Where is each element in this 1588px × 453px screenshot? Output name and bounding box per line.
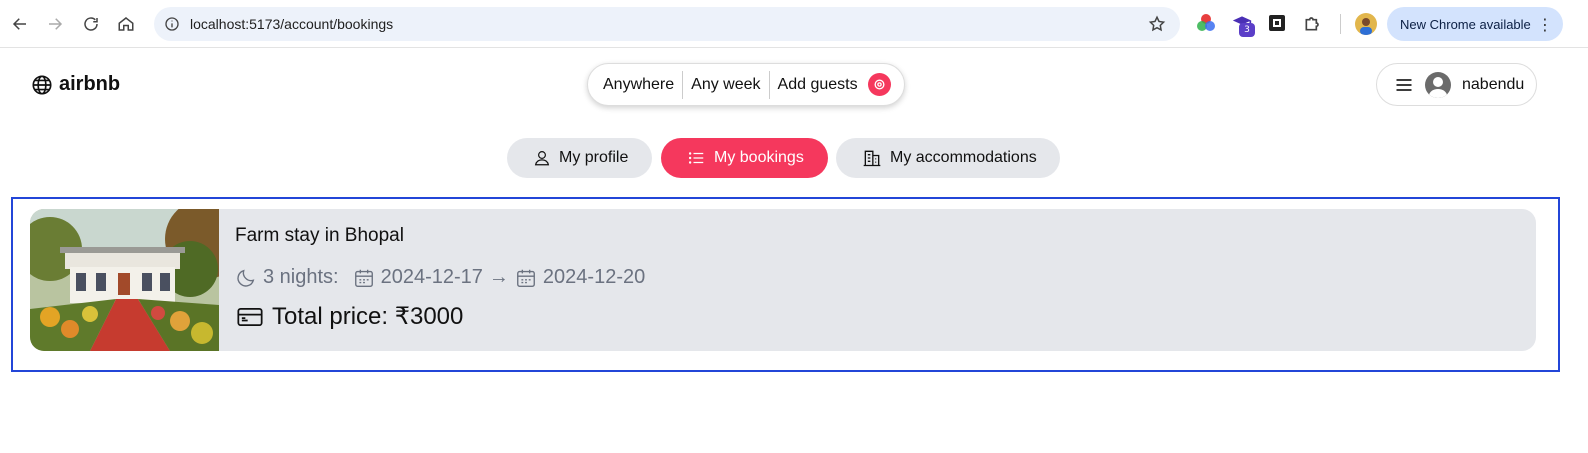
tab-label: My profile [559, 149, 629, 166]
reload-icon[interactable] [79, 12, 103, 36]
user-icon [534, 151, 550, 166]
hamburger-menu-icon [1396, 78, 1412, 91]
booking-title: Farm stay in Bhopal [235, 225, 404, 246]
url-text[interactable]: localhost:5173/account/bookings [190, 16, 393, 32]
total-price: Total price: ₹3000 [272, 303, 464, 330]
tab-label: My bookings [714, 149, 804, 166]
user-avatar [1425, 71, 1451, 98]
credit-card-icon [237, 307, 263, 326]
extensions-puzzle-icon[interactable] [1303, 13, 1323, 33]
booking-price: Total price: ₹3000 [235, 302, 463, 331]
tab-my-bookings[interactable]: My bookings [661, 138, 828, 178]
search-who[interactable]: Add guests [770, 71, 866, 99]
browser-toolbar: localhost:5173/account/bookings 3 New Ch… [0, 0, 1588, 48]
booking-card[interactable]: Farm stay in Bhopal 3 nights: 2024-12-17… [30, 209, 1536, 351]
home-icon[interactable] [114, 12, 138, 36]
forward-icon[interactable] [43, 12, 67, 36]
screenshot-extension-icon[interactable] [1267, 13, 1287, 33]
search-icon [874, 79, 885, 90]
site-info-icon[interactable] [164, 16, 180, 32]
tab-my-accommodations[interactable]: My accommodations [836, 138, 1060, 178]
search-where[interactable]: Anywhere [588, 71, 682, 99]
chrome-update-label: New Chrome available [1400, 16, 1531, 32]
building-icon [863, 150, 881, 167]
extension-badge: 3 [1239, 23, 1255, 37]
globe-icon [32, 74, 52, 95]
more-menu-icon[interactable]: ⋮ [1537, 15, 1553, 35]
tab-my-profile[interactable]: My profile [507, 138, 652, 178]
nights-count: 3 nights: [263, 266, 339, 288]
bookmark-star-icon[interactable] [1148, 15, 1166, 33]
booking-dates: 3 nights: 2024-12-17 → 2024-12-20 [235, 266, 645, 289]
search-bar[interactable]: Anywhere Any week Add guests [587, 63, 905, 106]
search-button[interactable] [867, 73, 891, 96]
user-name: nabendu [1462, 75, 1525, 93]
tab-label: My accommodations [890, 149, 1037, 166]
calendar-icon [516, 269, 535, 287]
moon-icon [237, 269, 255, 287]
check-in-date: 2024-12-17 [380, 266, 483, 288]
address-bar[interactable]: localhost:5173/account/bookings [154, 7, 1180, 41]
user-menu-button[interactable]: nabendu [1376, 63, 1537, 106]
logo-text: airbnb [59, 73, 121, 95]
check-out-date: 2024-12-20 [542, 266, 646, 288]
airbnb-logo[interactable]: airbnb [31, 73, 120, 96]
chrome-update-button[interactable]: New Chrome available ⋮ [1387, 7, 1563, 41]
toolbar-divider [1340, 14, 1341, 34]
color-extension-icon[interactable] [1196, 13, 1216, 33]
browser-profile-avatar[interactable] [1355, 13, 1377, 35]
booking-photo[interactable] [30, 209, 219, 351]
search-when[interactable]: Any week [683, 71, 768, 99]
back-icon[interactable] [8, 12, 32, 36]
date-arrow: → [488, 266, 509, 288]
list-icon [688, 152, 704, 164]
calendar-icon [354, 269, 373, 287]
